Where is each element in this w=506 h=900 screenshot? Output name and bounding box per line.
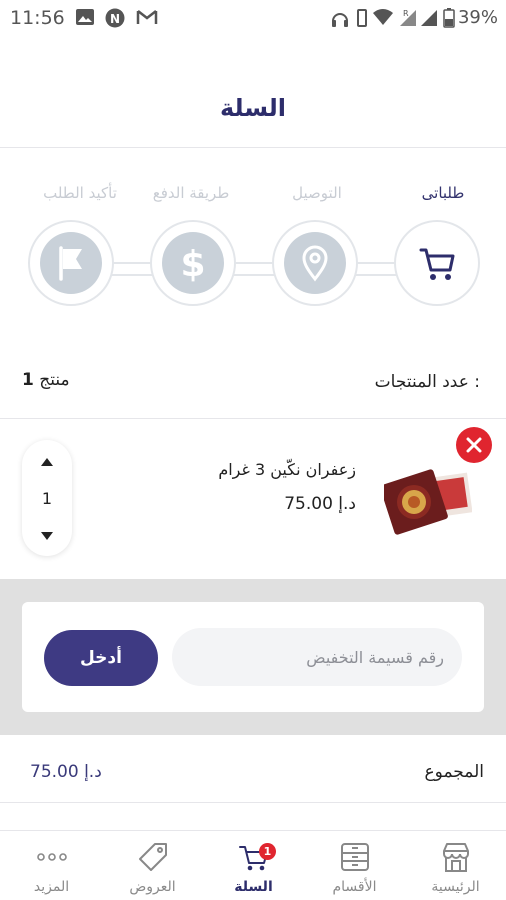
nav-offers[interactable]: العروض [102, 831, 203, 900]
app-header: السلة [0, 36, 506, 148]
svg-text:N: N [110, 12, 120, 26]
total-currency: د.إ [84, 762, 102, 782]
step-label-orders: طلباتى [421, 184, 465, 202]
product-count-label: عدد المنتجات : [374, 372, 480, 392]
total-label: المجموع [424, 762, 484, 782]
nav-label: الرئيسية [431, 879, 480, 895]
headphones-icon [332, 13, 348, 27]
flag-icon [59, 246, 82, 281]
close-icon [466, 437, 482, 453]
store-icon [443, 843, 469, 872]
signal-icon [421, 10, 437, 26]
step-label-payment: طريقة الدفع [152, 184, 230, 202]
signal-icon: R [400, 9, 416, 26]
step-orders[interactable] [394, 220, 480, 306]
image-icon [76, 9, 94, 25]
wifi-icon [373, 9, 393, 25]
page-title: السلة [219, 94, 286, 122]
total-value: 75.00 [30, 762, 79, 782]
product-price-currency: د.إ [338, 494, 356, 514]
svg-text:$: $ [180, 244, 205, 285]
divider [0, 802, 506, 803]
product-name: زعفران نكّين 3 غرام [218, 460, 356, 479]
nav-label: السلة [234, 879, 273, 895]
step-label-confirm: تأكيد الطلب [43, 184, 117, 202]
coupon-input[interactable] [172, 628, 462, 686]
product-price-value: 75.00 [284, 494, 333, 514]
bottom-navigation: الرئيسية الأقسام 1 السلة العروض المزيد [0, 830, 506, 900]
step-payment[interactable]: $ [150, 220, 236, 306]
product-count: 1 منتج [22, 370, 70, 390]
dollar-icon: $ [180, 244, 205, 285]
categories-icon [341, 843, 369, 871]
vibrate-icon [357, 9, 367, 27]
step-delivery[interactable] [272, 220, 358, 306]
product-price: 75.00 د.إ [284, 494, 356, 514]
increase-quantity-button[interactable] [39, 456, 55, 468]
nav-cart[interactable]: 1 السلة [203, 831, 304, 900]
location-pin-icon [302, 245, 328, 282]
status-bar: 11:56 N R 39% [0, 0, 506, 36]
cart-icon [419, 248, 455, 280]
nav-home[interactable]: الرئيسية [405, 831, 506, 900]
decrease-quantity-button[interactable] [39, 530, 55, 542]
step-label-delivery: التوصيل [292, 184, 342, 202]
product-image [384, 469, 472, 535]
nav-label: الأقسام [332, 879, 377, 895]
n-circle-icon: N [105, 8, 125, 28]
apply-coupon-button[interactable]: أدخل [44, 630, 158, 686]
status-time: 11:56 [10, 7, 65, 29]
quantity-stepper: 1 [22, 440, 72, 556]
nav-label: العروض [129, 879, 176, 895]
nav-label: المزيد [33, 879, 70, 895]
battery-percent: 39% [457, 7, 498, 28]
cart-badge: 1 [259, 843, 276, 860]
total-amount: 75.00 د.إ [30, 762, 102, 782]
step-confirm[interactable] [28, 220, 114, 306]
more-dots-icon [37, 853, 67, 861]
tag-icon [139, 843, 167, 871]
battery-icon [443, 8, 455, 28]
gmail-icon [136, 10, 158, 24]
quantity-value: 1 [41, 489, 53, 508]
product-count-number: 1 [22, 370, 34, 390]
nav-more[interactable]: المزيد [1, 831, 102, 900]
remove-item-button[interactable] [456, 427, 492, 463]
app-screen: 11:56 N R 39% السلة تأكيد الطلب طريقة ال… [0, 0, 506, 900]
nav-categories[interactable]: الأقسام [304, 831, 405, 900]
product-count-unit: منتج [39, 370, 70, 390]
svg-text:R: R [403, 9, 409, 18]
